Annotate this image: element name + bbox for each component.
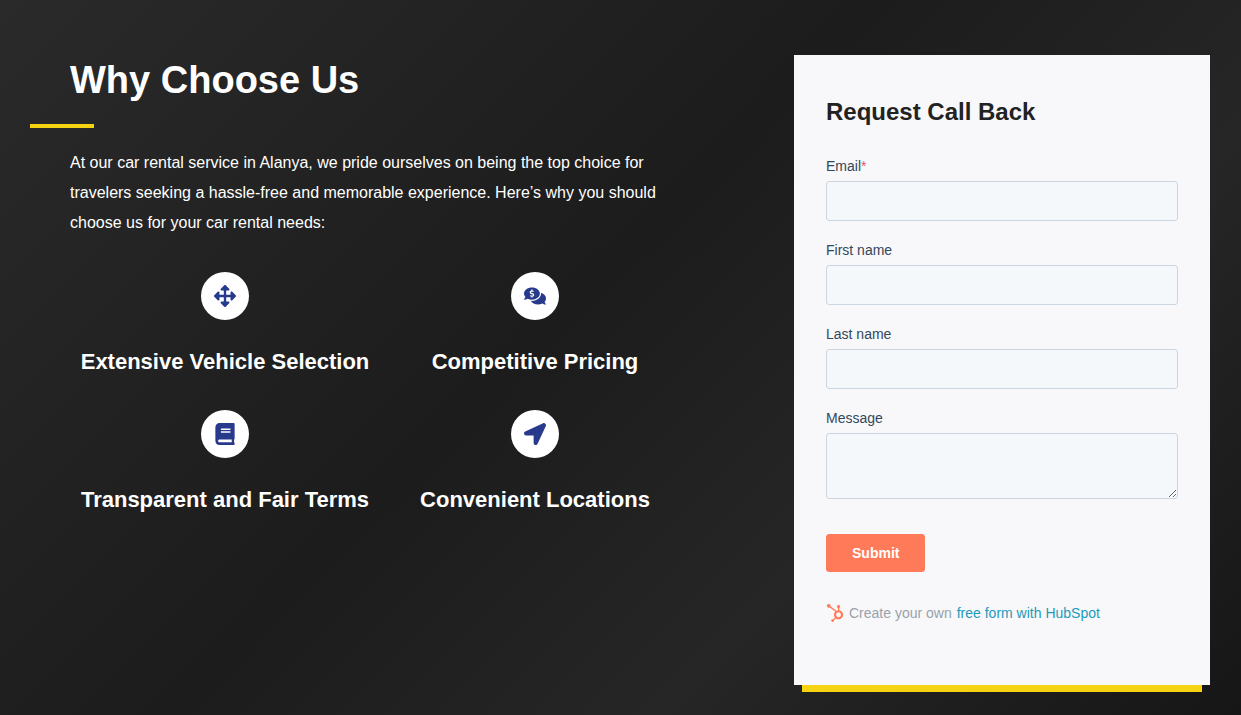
feature-item: Transparent and Fair Terms <box>70 410 380 514</box>
why-choose-us-section: Why Choose Us At our car rental service i… <box>0 0 720 514</box>
field-label: First name <box>826 241 1178 259</box>
title-underline <box>30 124 94 128</box>
page: Why Choose Us At our car rental service i… <box>0 0 1241 715</box>
hubspot-sprocket-icon <box>826 604 844 622</box>
feature-title: Extensive Vehicle Selection <box>81 348 370 376</box>
message-textarea[interactable] <box>826 433 1178 499</box>
footer-text: Create your own <box>849 605 952 621</box>
field-label: Email* <box>826 157 1178 175</box>
form-title: Request Call Back <box>826 97 1178 127</box>
feature-title: Competitive Pricing <box>432 348 639 376</box>
feature-item: Extensive Vehicle Selection <box>70 272 380 376</box>
move-arrows-icon <box>201 272 249 320</box>
feature-item: Convenient Locations <box>380 410 690 514</box>
feature-title: Transparent and Fair Terms <box>81 486 369 514</box>
pricing-chat-icon <box>511 272 559 320</box>
submit-button[interactable]: Submit <box>826 534 925 572</box>
location-arrow-icon <box>511 410 559 458</box>
text-input[interactable] <box>826 181 1178 221</box>
book-icon <box>201 410 249 458</box>
callback-form-wrap: Request Call Back Email* First name Last na… <box>794 55 1210 692</box>
field-label: Message <box>826 409 1178 427</box>
text-input[interactable] <box>826 265 1178 305</box>
form-field: Message <box>826 409 1178 499</box>
section-title: Why Choose Us <box>70 58 720 102</box>
section-intro: At our car rental service in Alanya, we … <box>70 148 685 238</box>
required-mark: * <box>861 158 866 174</box>
feature-title: Convenient Locations <box>420 486 650 514</box>
form-field: Email* <box>826 157 1178 221</box>
form-field: Last name <box>826 325 1178 389</box>
hubspot-footer: Create your own free form with HubSpot <box>826 604 1178 622</box>
text-input[interactable] <box>826 349 1178 389</box>
form-field: First name <box>826 241 1178 305</box>
field-label: Last name <box>826 325 1178 343</box>
callback-form: Request Call Back Email* First name Last na… <box>794 55 1210 685</box>
feature-item: Competitive Pricing <box>380 272 690 376</box>
feature-grid: Extensive Vehicle Selection Competitive P… <box>70 272 720 514</box>
card-accent-bar <box>802 685 1202 692</box>
hubspot-link[interactable]: free form with HubSpot <box>957 605 1100 621</box>
